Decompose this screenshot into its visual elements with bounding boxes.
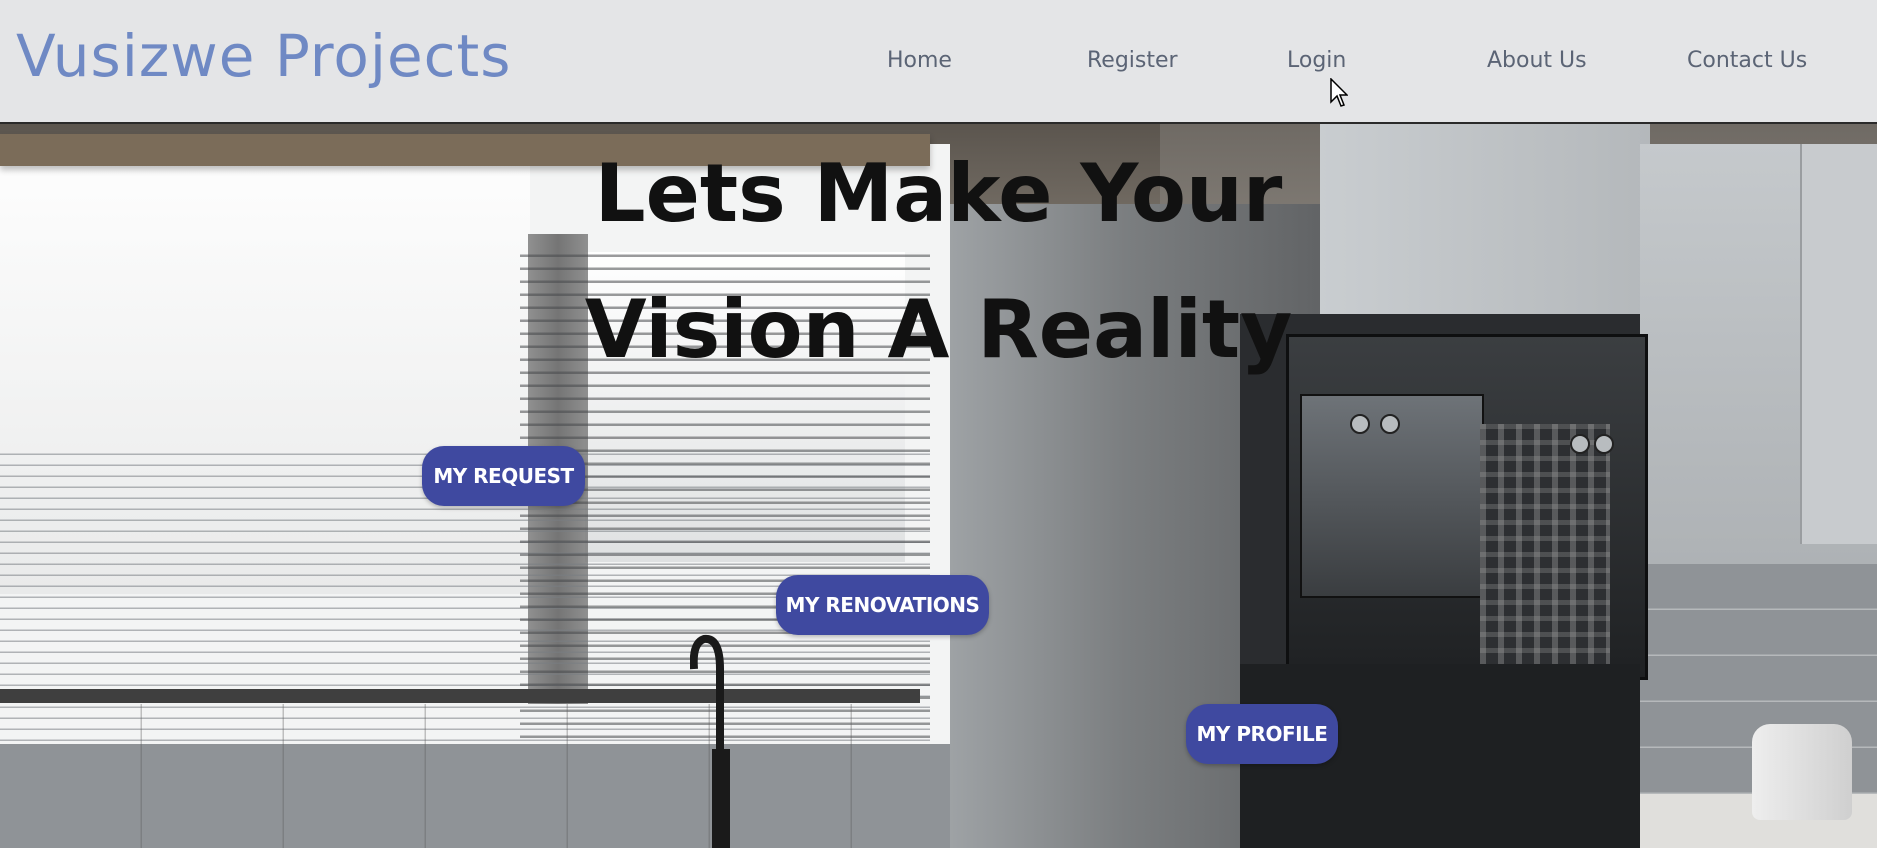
- mouse-pointer-icon: [1330, 78, 1348, 107]
- hero-headline: Lets Make Your Vision A Reality: [0, 126, 1877, 398]
- my-request-button[interactable]: MY REQUEST: [422, 446, 585, 506]
- my-renovations-button[interactable]: MY RENOVATIONS: [776, 575, 989, 635]
- site-header: Vusizwe Projects Home Register Login Abo…: [0, 0, 1877, 124]
- nav-contact-link[interactable]: Contact Us: [1687, 48, 1807, 73]
- hero-headline-line-2: Vision A Reality: [584, 283, 1293, 376]
- brand-logo-text[interactable]: Vusizwe Projects: [16, 22, 512, 90]
- hero-section: Lets Make Your Vision A Reality MY REQUE…: [0, 124, 1877, 848]
- nav-register-link[interactable]: Register: [1087, 48, 1178, 73]
- nav-login-link[interactable]: Login: [1287, 48, 1346, 73]
- my-profile-button[interactable]: MY PROFILE: [1186, 704, 1338, 764]
- hero-headline-line-1: Lets Make Your: [594, 147, 1283, 240]
- nav-home-link[interactable]: Home: [887, 48, 952, 73]
- nav-about-link[interactable]: About Us: [1487, 48, 1587, 73]
